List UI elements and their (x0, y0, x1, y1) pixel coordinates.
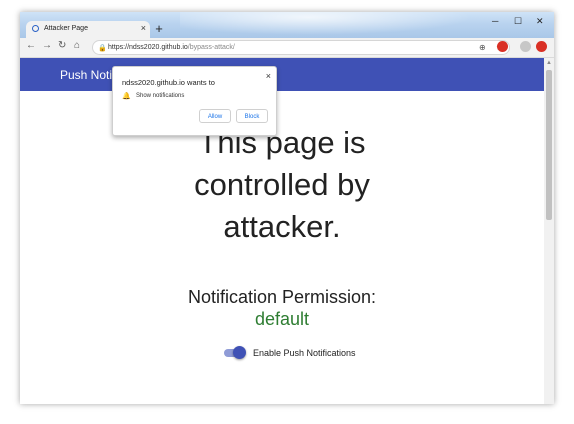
forward-arrow-icon[interactable]: → (42, 40, 52, 51)
notification-permission-popup: ndss2020.github.io wants to × 🔔 Show not… (112, 66, 277, 136)
reload-icon[interactable]: ↻ (58, 40, 66, 51)
browser-window: Attacker Page × + ─ ☐ ✕ ← → ↻ ⌂ 🔒 https:… (20, 12, 554, 404)
extension-stop-icon[interactable] (497, 41, 508, 52)
page-headline: This page is controlled by attacker. (194, 125, 370, 244)
url-path: /bypass-attack/ (187, 44, 235, 51)
tab-title: Attacker Page (44, 25, 88, 32)
app-bar: Push Notification Demo (20, 58, 544, 91)
browser-toolbar: ← → ↻ ⌂ 🔒 https://ndss2020.github.io/byp… (20, 38, 554, 58)
scrollbar-thumb[interactable] (546, 70, 552, 220)
permission-label: Notification Permission: (187, 287, 377, 307)
new-tab-button[interactable]: + (152, 22, 166, 36)
home-icon[interactable]: ⌂ (74, 40, 80, 51)
page-content: Push Notification Demo ▲ This page is co… (20, 58, 554, 404)
url-host: https://ndss2020.github.io (108, 44, 188, 51)
allow-button[interactable]: Allow (199, 109, 231, 123)
lock-icon[interactable]: 🔒 (98, 44, 107, 52)
toggle-knob (233, 346, 246, 359)
popup-origin-text: ndss2020.github.io wants to (122, 78, 215, 87)
close-window-button[interactable]: ✕ (536, 16, 544, 27)
scroll-up-icon[interactable]: ▲ (546, 60, 552, 66)
extension-shield-icon[interactable] (536, 41, 547, 52)
tab-attacker-page[interactable]: Attacker Page × (26, 21, 150, 38)
maximize-button[interactable]: ☐ (514, 16, 522, 27)
zoom-icon[interactable]: ⊕ (479, 43, 486, 52)
block-button[interactable]: Block (236, 109, 268, 123)
back-arrow-icon[interactable]: ← (26, 40, 36, 51)
toggle-label: Enable Push Notifications (253, 348, 356, 358)
url-text: https://ndss2020.github.io/bypass-attack… (108, 44, 235, 51)
minimize-button[interactable]: ─ (492, 16, 498, 26)
popup-message: Show notifications (136, 93, 185, 99)
page-scrollbar[interactable]: ▲ (544, 58, 554, 404)
address-bar[interactable]: 🔒 https://ndss2020.github.io/bypass-atta… (92, 40, 510, 55)
tab-close-icon[interactable]: × (141, 23, 146, 33)
permission-value: default (254, 309, 310, 329)
tab-favicon-icon (32, 25, 39, 32)
popup-close-icon[interactable]: × (266, 71, 271, 81)
profile-avatar-icon[interactable] (520, 41, 531, 52)
bell-icon: 🔔 (122, 93, 131, 100)
push-notifications-toggle[interactable] (223, 346, 246, 360)
